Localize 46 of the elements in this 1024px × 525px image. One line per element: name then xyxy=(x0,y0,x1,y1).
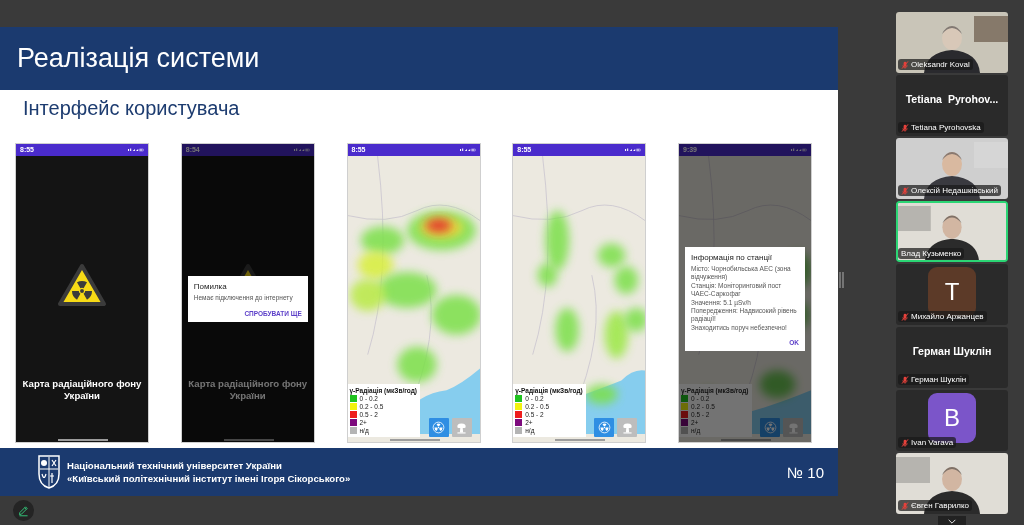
participant-name: Ivan Varava xyxy=(911,438,954,447)
participant-name: Герман Шуклін xyxy=(911,375,967,384)
status-icon xyxy=(625,148,642,152)
radiation-icon xyxy=(597,421,611,434)
participant-name: Євген Гаврилко xyxy=(911,501,970,510)
annotate-button[interactable] xyxy=(13,500,34,521)
chevron-down-icon xyxy=(947,518,957,525)
status-icon xyxy=(128,148,144,152)
status-icon xyxy=(791,148,807,152)
mushroom-cloud-icon xyxy=(620,421,634,434)
footer-text: Національний технічний університет України xyxy=(67,459,282,472)
participant-name: Олексій Недашківський xyxy=(911,186,998,195)
participant-display-name: Tetiana Pyrohov... xyxy=(904,93,1000,105)
app-title: Карта радіаційного фону України xyxy=(187,378,309,402)
participant-display-name: Герман Шуклін xyxy=(911,345,993,357)
pencil-icon xyxy=(17,504,30,517)
status-icon xyxy=(293,148,310,152)
dialog-title: Помилка xyxy=(193,282,228,292)
home-indicator xyxy=(58,439,108,441)
university-emblem-logo xyxy=(37,454,61,490)
radiation-button[interactable] xyxy=(760,418,780,437)
mushroom-cloud-button[interactable] xyxy=(783,418,803,437)
home-indicator xyxy=(223,439,274,441)
radiation-icon xyxy=(763,421,777,434)
scroll-down-button[interactable] xyxy=(938,516,966,525)
participant-name: Влад Кузьменко xyxy=(901,249,962,258)
participant-name: Oleksandr Koval xyxy=(911,60,970,69)
slide-title: Реалізація системи xyxy=(17,43,260,74)
participant-name: Михайло Аржанцев xyxy=(911,312,984,321)
footer-text: «Київський політехнічний інститут імені Ігоря Сікорського» xyxy=(67,472,351,485)
radiation-icon xyxy=(57,262,107,308)
mushroom-cloud-icon xyxy=(455,421,468,434)
radiation-button[interactable] xyxy=(594,418,615,437)
home-indicator xyxy=(555,439,606,441)
slide-subtitle: Інтерфейс користувача xyxy=(23,97,240,120)
mushroom-cloud-button[interactable] xyxy=(617,418,638,437)
dialog-title: Інформація по станції xyxy=(691,252,773,262)
mushroom-cloud-icon xyxy=(786,421,800,434)
participant-name: Tetiana Pyrohovska xyxy=(911,123,981,132)
slide-number: № 10 xyxy=(787,463,824,481)
home-indicator xyxy=(721,439,771,441)
home-indicator xyxy=(389,439,440,441)
radiation-icon xyxy=(432,421,445,434)
status-icon xyxy=(459,148,476,152)
resize-handle[interactable] xyxy=(839,272,844,288)
app-title: Карта радіаційного фону України xyxy=(21,378,143,402)
